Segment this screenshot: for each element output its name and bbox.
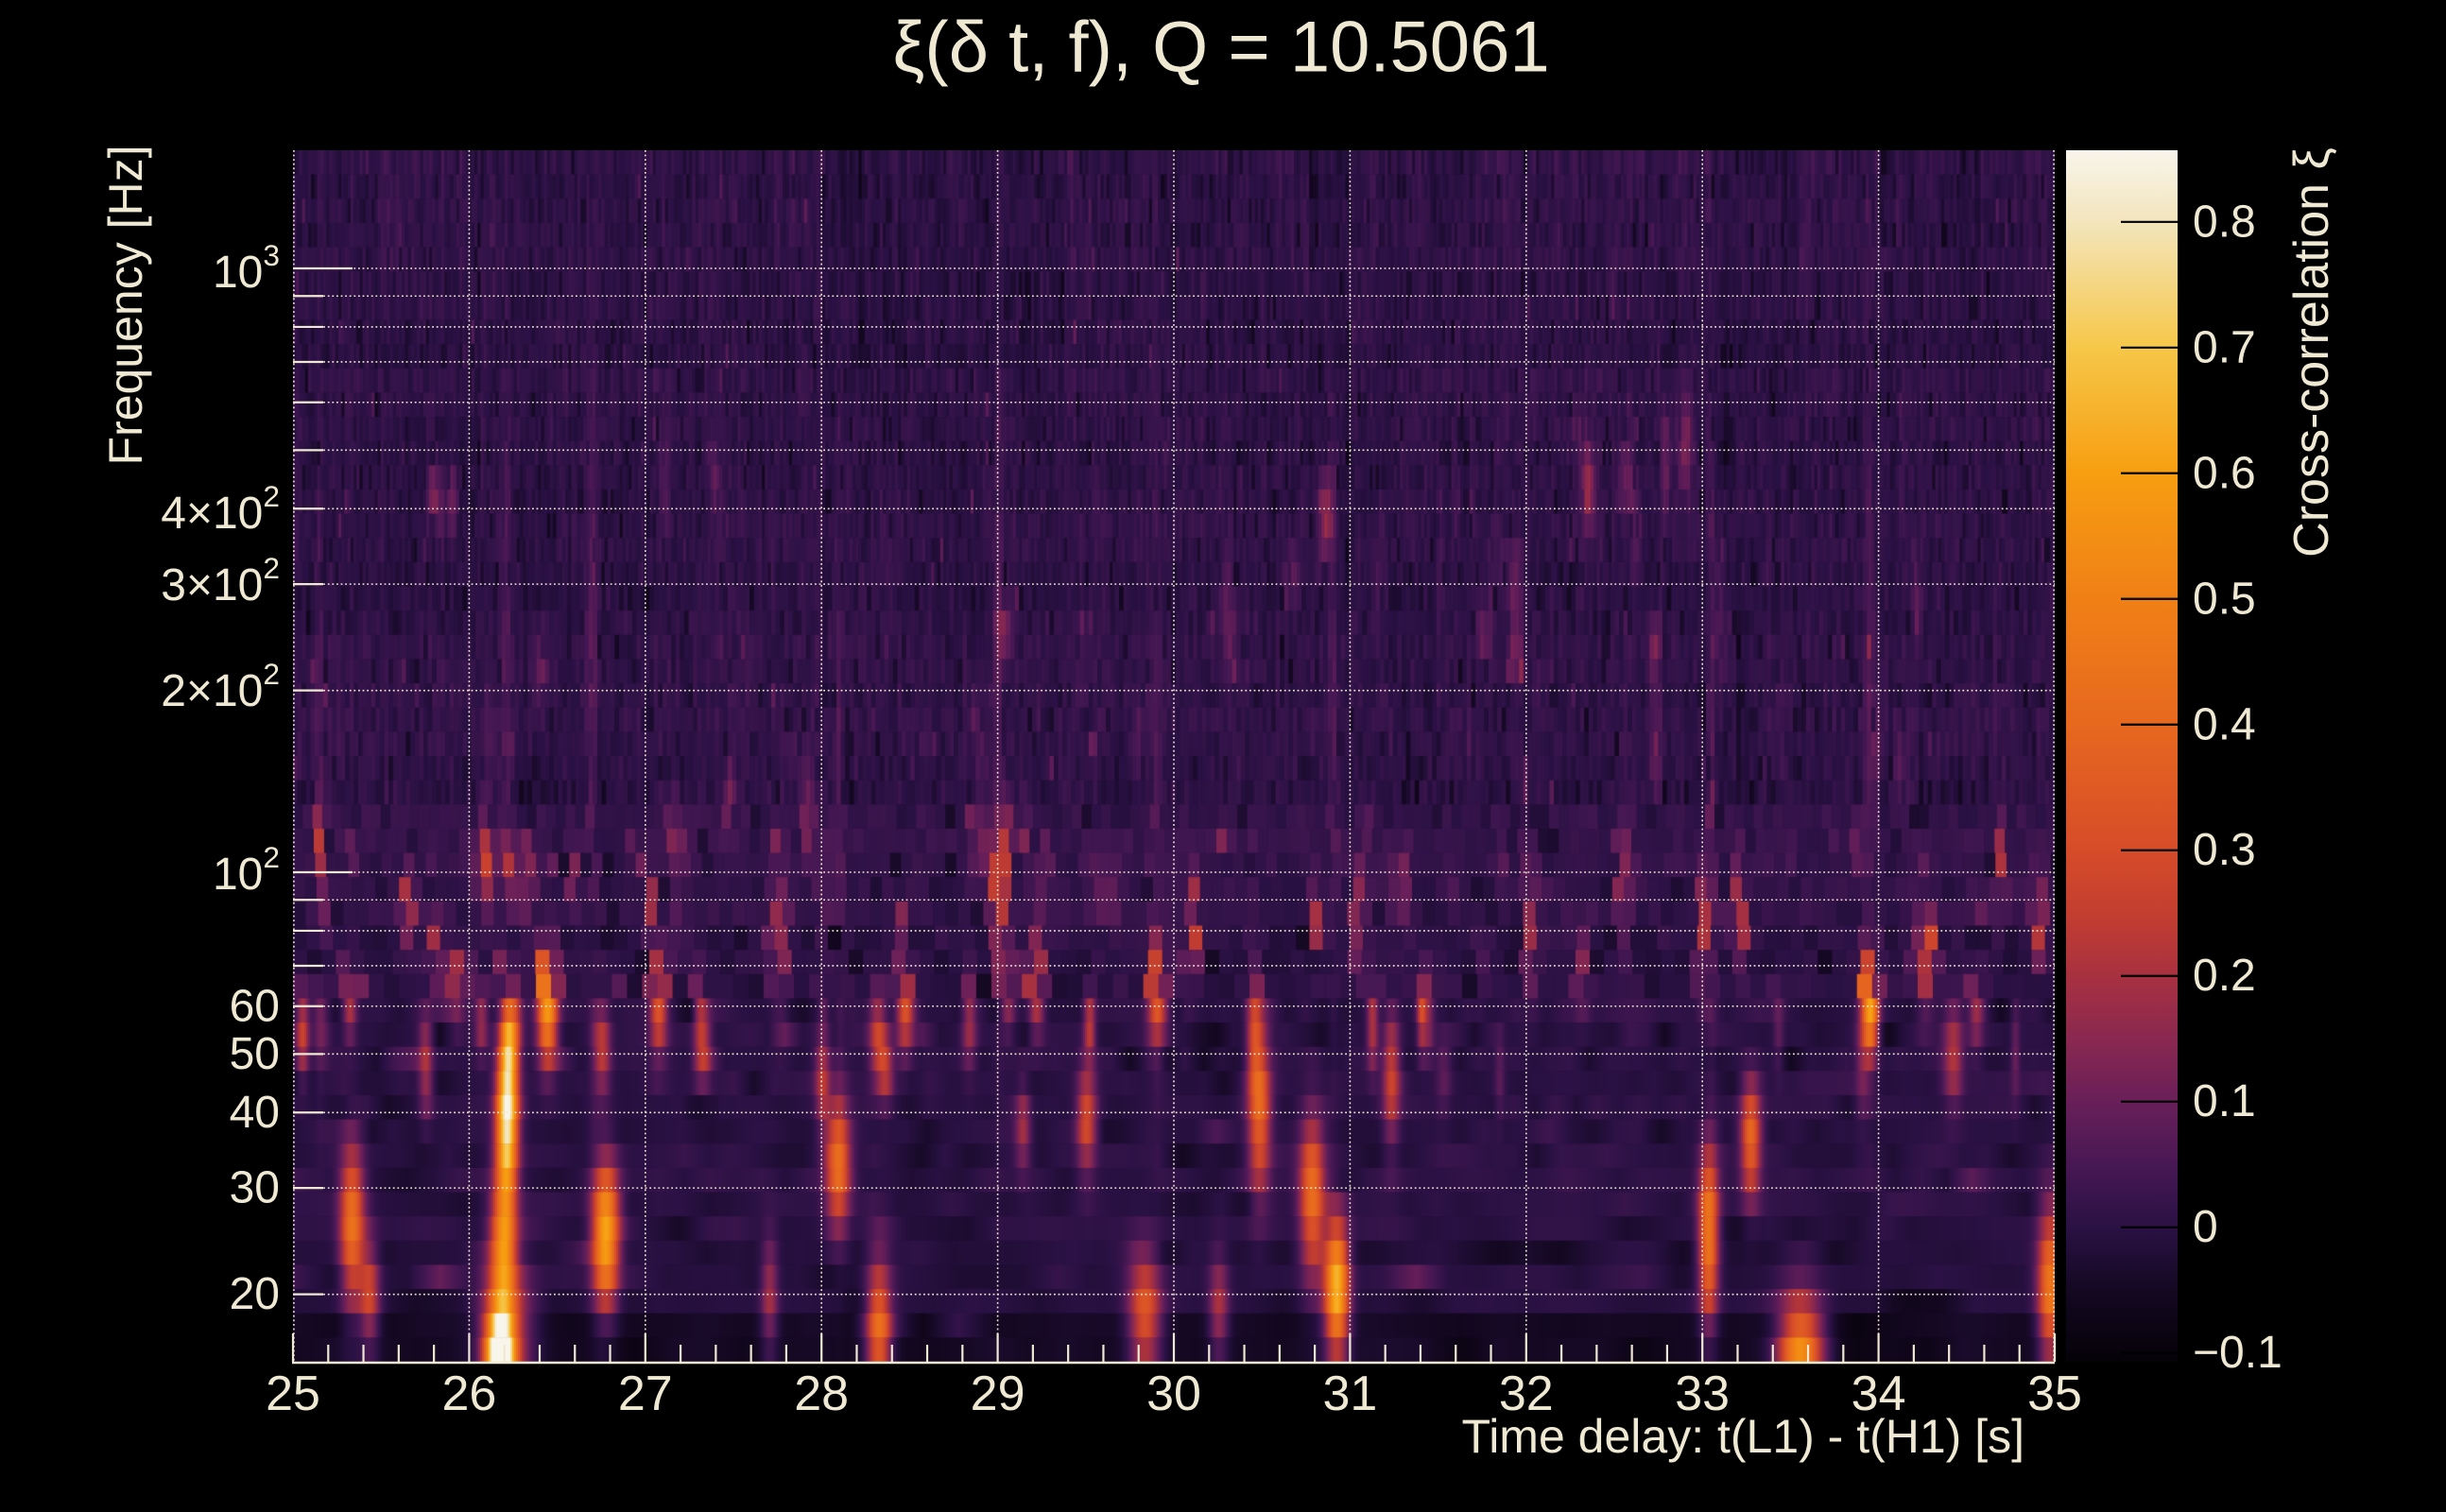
svg-text:40: 40 xyxy=(230,1088,280,1138)
svg-text:0.4: 0.4 xyxy=(2193,699,2256,749)
svg-text:4×102: 4×102 xyxy=(161,479,280,539)
svg-text:0.8: 0.8 xyxy=(2193,197,2256,247)
svg-text:25: 25 xyxy=(266,1366,320,1421)
svg-text:50: 50 xyxy=(230,1029,280,1079)
svg-text:Cross-correlation ξ: Cross-correlation ξ xyxy=(2284,147,2339,558)
svg-text:20: 20 xyxy=(230,1269,280,1319)
svg-text:26: 26 xyxy=(441,1366,496,1421)
svg-text:30: 30 xyxy=(1146,1366,1201,1421)
svg-text:2×102: 2×102 xyxy=(161,657,280,716)
svg-text:29: 29 xyxy=(971,1366,1025,1421)
svg-text:Frequency [Hz]: Frequency [Hz] xyxy=(99,145,152,465)
svg-text:0.2: 0.2 xyxy=(2193,951,2256,1001)
svg-text:0.7: 0.7 xyxy=(2193,322,2256,372)
svg-text:−0.1: −0.1 xyxy=(2193,1328,2282,1378)
svg-text:35: 35 xyxy=(2027,1366,2082,1421)
svg-text:103: 103 xyxy=(213,238,280,298)
svg-text:0.3: 0.3 xyxy=(2193,825,2256,875)
svg-text:30: 30 xyxy=(230,1163,280,1213)
svg-text:Time delay: t(L1) - t(H1) [s]: Time delay: t(L1) - t(H1) [s] xyxy=(1462,1410,2024,1463)
svg-text:0: 0 xyxy=(2193,1202,2218,1252)
svg-text:0.6: 0.6 xyxy=(2193,448,2256,498)
svg-text:28: 28 xyxy=(794,1366,849,1421)
svg-text:31: 31 xyxy=(1322,1366,1377,1421)
svg-text:3×102: 3×102 xyxy=(161,551,280,610)
svg-text:ξ(δ t, f), Q = 10.5061: ξ(δ t, f), Q = 10.5061 xyxy=(892,8,1549,88)
svg-text:102: 102 xyxy=(213,840,280,900)
svg-text:60: 60 xyxy=(230,981,280,1031)
svg-text:27: 27 xyxy=(618,1366,673,1421)
svg-text:0.1: 0.1 xyxy=(2193,1076,2256,1126)
svg-text:0.5: 0.5 xyxy=(2193,574,2256,624)
